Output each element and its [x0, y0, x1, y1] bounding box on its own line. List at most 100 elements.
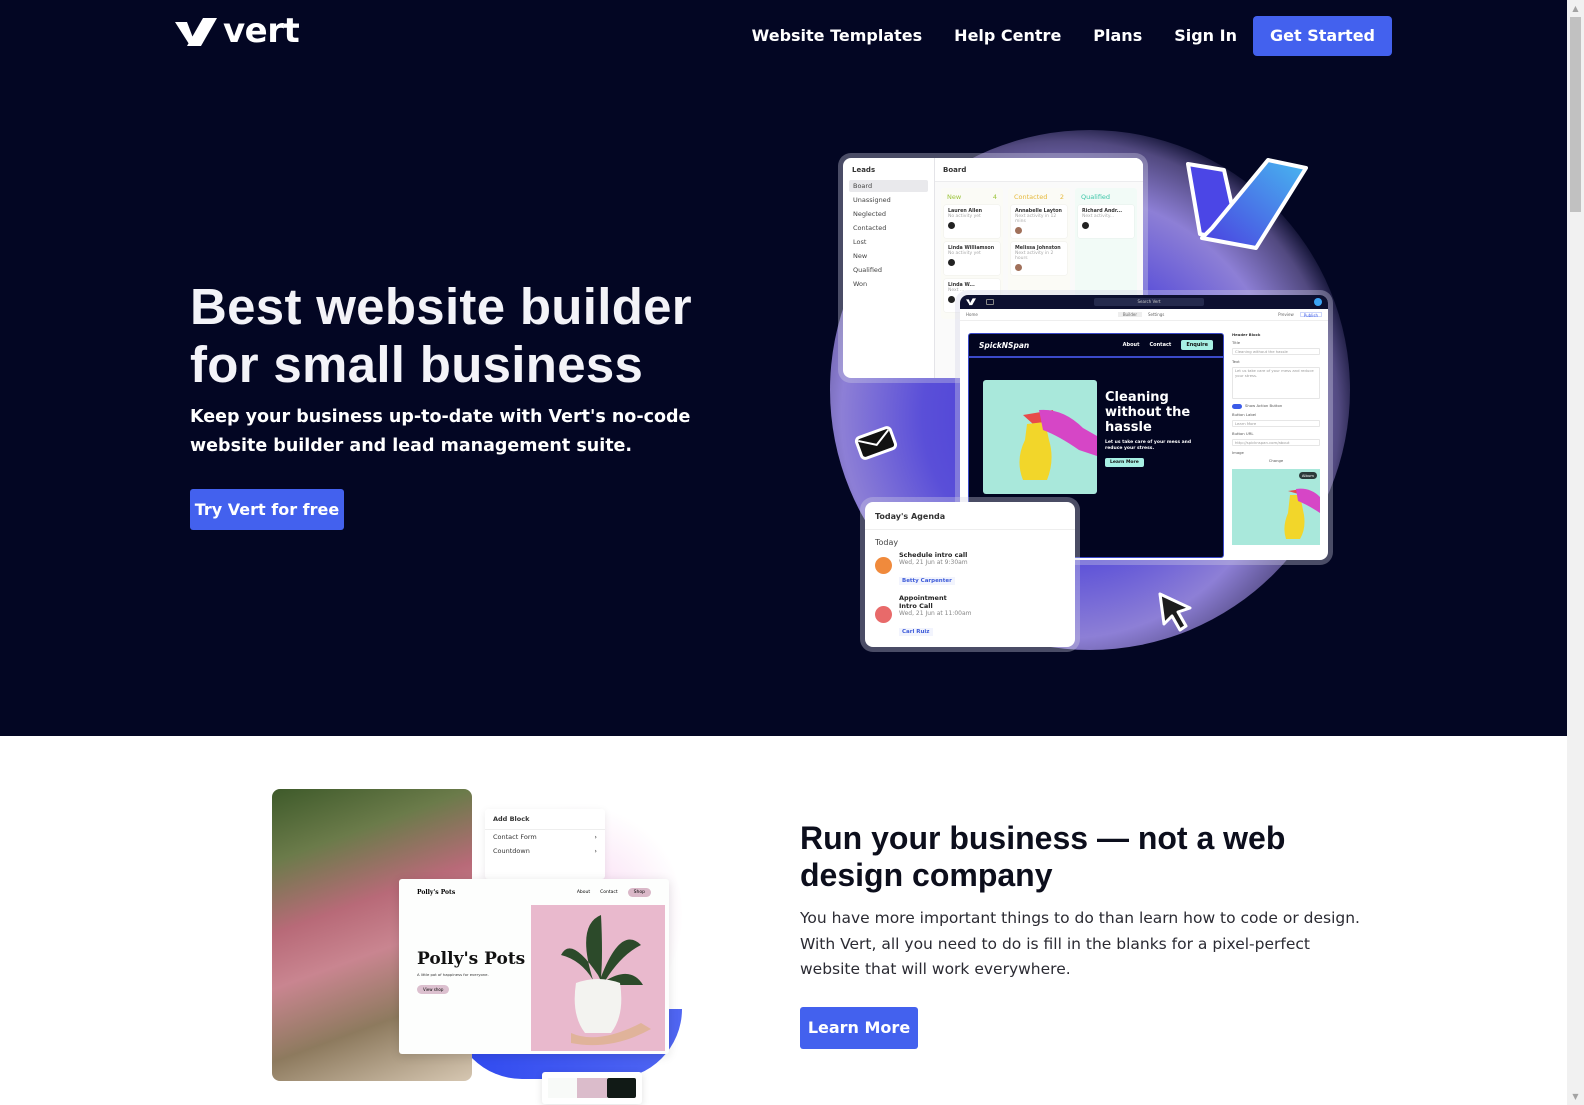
panel-text-field: Let us take care of your mess and reduce… [1232, 367, 1320, 399]
scrollbar-thumb[interactable] [1570, 17, 1581, 212]
panel-image-preview: Album [1232, 468, 1320, 545]
calendar-icon [875, 606, 892, 623]
nav-sign-in[interactable]: Sign In [1158, 16, 1253, 56]
panel-label: Button Label [1232, 411, 1257, 417]
polly-tagline: A little pot of happiness for everyone. [417, 972, 489, 977]
hero-subtitle: Keep your business up-to-date with Vert'… [190, 407, 691, 456]
leads-menu-item: Neglected [853, 210, 887, 218]
leads-menu-item: Board [849, 180, 928, 192]
leads-title: Leads [852, 166, 876, 174]
vert-logo[interactable]: vert [175, 14, 300, 48]
column-name: New [947, 193, 962, 201]
add-block-item: Contact Form › [493, 833, 597, 841]
site-link-about: About [1122, 342, 1140, 348]
panel-label: Text [1232, 359, 1240, 364]
preview-button: Preview [1278, 312, 1294, 317]
site-headline: Cleaning without the hassle [1105, 390, 1191, 435]
lead-card: Richard Andr... Next activity... [1078, 205, 1134, 238]
hero-illustration: Leads Board Unassigned Neglected Contact… [810, 120, 1370, 670]
scroll-up-arrow-icon[interactable]: ▲ [1567, 0, 1584, 17]
column-count: 2 [1059, 193, 1064, 201]
vertical-scrollbar[interactable]: ▲ ▼ [1567, 0, 1584, 1105]
leads-menu-item: Won [853, 280, 868, 288]
top-nav: vert Website Templates Help Centre Plans… [0, 0, 1567, 70]
panel-label: Image [1232, 449, 1244, 455]
envelope-icon [854, 426, 898, 460]
site-brand: SpickNSpan [979, 340, 1030, 350]
site-link-contact: Contact [1149, 342, 1172, 348]
hero-title-line1: Best website builder [190, 278, 692, 335]
tab-settings: Settings [1147, 312, 1165, 317]
block-settings-panel: Header Block Title Cleaning without the … [1228, 325, 1324, 555]
plant-photo [531, 905, 665, 1051]
panel-change-image: Change [1268, 457, 1284, 463]
site-enquire-button: Enquire [1181, 340, 1213, 350]
mouse-cursor-icon [1158, 592, 1192, 632]
agenda-title: Today's Agenda [865, 502, 1075, 530]
board-title: Board [935, 158, 1143, 182]
editor-search: Search Vert [1094, 298, 1204, 306]
add-block-menu: Add Block Contact Form › Countdown › [485, 809, 605, 879]
panel-label: Title [1232, 340, 1241, 345]
agenda-item: Schedule intro call Wed, 21 Jun at 9:30a… [865, 551, 1075, 586]
page: vert Website Templates Help Centre Plans… [0, 0, 1567, 1105]
hero-section: vert Website Templates Help Centre Plans… [0, 0, 1567, 736]
lead-card: Melissa Johnston Next activity in 2 hours [1011, 242, 1067, 275]
column-name: Contacted [1014, 193, 1048, 201]
vert-check-badge-icon [1186, 158, 1308, 250]
nav-plans[interactable]: Plans [1077, 16, 1158, 56]
color-swatch [577, 1078, 607, 1098]
panel-block-title: Header Block [1232, 332, 1261, 337]
publish-button: Publish [1299, 312, 1322, 318]
nav-website-templates[interactable]: Website Templates [736, 16, 939, 56]
polly-link: Contact [600, 889, 618, 895]
polly-shop-button: Shop [627, 887, 651, 897]
spray-bottle-image [983, 380, 1097, 494]
panel-toggle-row: Show Action Button [1232, 403, 1320, 409]
scroll-down-arrow-icon[interactable]: ▼ [1567, 1088, 1584, 1105]
lead-card: Linda Williamson No activity yet [944, 242, 1000, 275]
leads-menu-item: Lost [853, 238, 867, 246]
feature-body: You have more important things to do tha… [800, 909, 1360, 978]
vert-logo-icon [175, 18, 217, 46]
editor-toolbar: Home Builder Settings Preview Publish [960, 309, 1328, 321]
hero-title: Best website builder for small business [190, 278, 790, 394]
site-learn-more-button: Learn More [1105, 458, 1144, 467]
panel-title-field: Cleaning without the hassle [1232, 348, 1320, 355]
column-count: 4 [992, 193, 997, 201]
leads-menu-item: Unassigned [853, 196, 891, 204]
pages-icon [986, 299, 994, 305]
nav-help-centre[interactable]: Help Centre [938, 16, 1077, 56]
polly-headline: Polly's Pots [417, 949, 526, 969]
polly-brand: Polly's Pots [417, 888, 456, 896]
panel-label: Button URL [1232, 430, 1254, 436]
try-vert-free-button[interactable]: Try Vert for free [190, 489, 344, 530]
feature-illustration: Add Block Contact Form › Countdown › Polly… [272, 789, 682, 1104]
polly-view-shop-button: View shop [417, 985, 450, 994]
nav-links: Website Templates Help Centre Plans Sign… [736, 16, 1392, 56]
leads-sidebar: Leads Board Unassigned Neglected Contact… [843, 158, 935, 378]
leads-menu-item: New [853, 252, 868, 260]
agenda-day: Today [875, 538, 899, 547]
agenda-mockup: Today's Agenda Today Schedule intro call… [865, 502, 1075, 647]
color-swatch [606, 1078, 636, 1098]
pollys-pots-site-mockup: Polly's Pots About Contact Shop Polly's … [399, 879, 669, 1054]
leads-menu-item: Qualified [853, 266, 883, 274]
panel-button-label-field: Learn More [1232, 419, 1320, 427]
lead-card: Annabelle Layton Next activity in 12 mins [1011, 205, 1067, 238]
brand-name: vert [223, 11, 300, 51]
agenda-item: Appointment Intro Call Wed, 21 Jun at 11… [865, 594, 1075, 637]
vert-logo-icon [966, 298, 976, 306]
editor-breadcrumb: Home [966, 312, 978, 317]
polly-link: About [576, 889, 591, 895]
get-started-button[interactable]: Get Started [1252, 16, 1392, 56]
add-block-title: Add Block [485, 809, 605, 830]
leads-menu-item: Contacted [853, 224, 887, 232]
calendar-icon [875, 557, 892, 574]
color-swatches [542, 1072, 642, 1104]
hero-title-line2: for small business [190, 336, 644, 393]
feature-section: Add Block Contact Form › Countdown › Polly… [0, 736, 1567, 1105]
album-badge: Album [1298, 471, 1317, 479]
learn-more-button[interactable]: Learn More [800, 1007, 918, 1049]
feature-title: Run your business — not a web design com… [800, 820, 1286, 893]
